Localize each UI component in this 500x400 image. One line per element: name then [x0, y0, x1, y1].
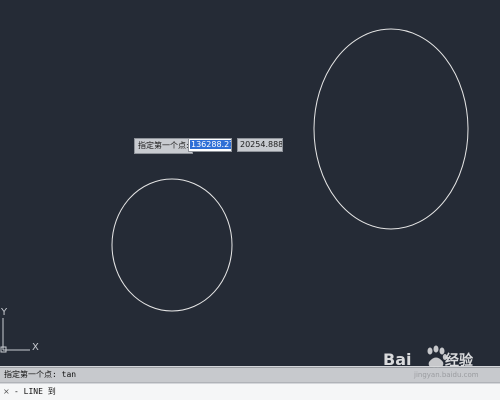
- command-input[interactable]: - LINE 到: [14, 384, 56, 400]
- drawing-svg: [0, 28, 469, 353]
- watermark-url: jingyan.baidu.com: [413, 371, 479, 379]
- large-circle[interactable]: [313, 28, 469, 230]
- small-circle[interactable]: [111, 178, 233, 312]
- dynamic-input-y-field[interactable]: 20254.8883: [237, 138, 283, 152]
- watermark-brand-right: 经验: [445, 352, 474, 369]
- watermark-brand-left: Bai: [383, 350, 411, 369]
- command-input-row[interactable]: × - LINE 到: [0, 384, 500, 400]
- drawing-canvas[interactable]: Y X 指定第一个点: 136288.2796 20254.8883: [0, 0, 500, 366]
- close-icon[interactable]: ×: [3, 384, 11, 400]
- ucs-y-label: Y: [1, 307, 8, 318]
- ucs-x-label: X: [32, 342, 39, 353]
- dynamic-input-x-field[interactable]: 136288.2796: [188, 138, 232, 152]
- ucs-icon: [0, 318, 30, 353]
- x-value-selection: 136288.2796: [190, 140, 231, 149]
- baidu-watermark: Bai 经验 jingyan.baidu.com: [383, 344, 498, 380]
- dynamic-input-prompt: 指定第一个点:: [134, 138, 193, 154]
- baidu-paw-icon: Bai 经验 jingyan.baidu.com: [383, 345, 479, 379]
